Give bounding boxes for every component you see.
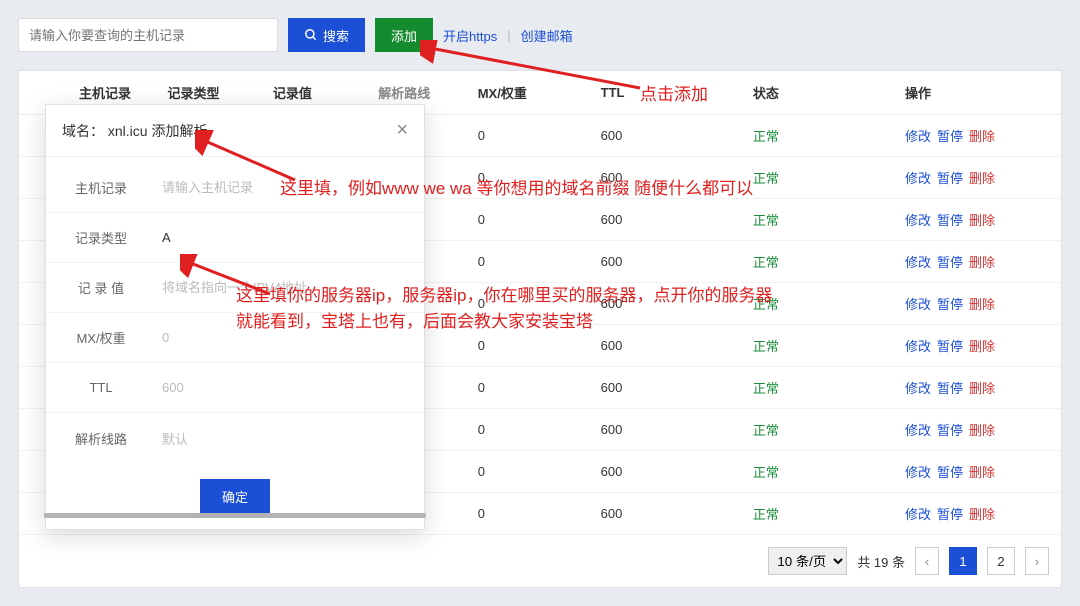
op-pause[interactable]: 暂停 — [937, 129, 963, 144]
toolbar: 搜索 添加 开启https | 创建邮箱 — [18, 18, 1062, 52]
th-ttl: TTL — [593, 71, 745, 115]
enable-https-link[interactable]: 开启https — [443, 26, 497, 45]
op-pause[interactable]: 暂停 — [937, 423, 963, 438]
create-mail-link[interactable]: 创建邮箱 — [521, 26, 573, 45]
op-edit[interactable]: 修改 — [905, 423, 931, 438]
cell-mx: 0 — [470, 157, 593, 199]
field-type-label: 记录类型 — [46, 228, 156, 247]
search-icon — [304, 28, 318, 42]
cell-status: 正常 — [753, 255, 779, 270]
op-pause[interactable]: 暂停 — [937, 507, 963, 522]
confirm-button[interactable]: 确定 — [200, 479, 270, 513]
cell-mx: 0 — [470, 451, 593, 493]
cell-ttl: 600 — [593, 409, 745, 451]
cell-ttl: 600 — [593, 115, 745, 157]
cell-status: 正常 — [753, 213, 779, 228]
cell-status: 正常 — [753, 423, 779, 438]
pagination: 10 条/页 共 19 条 ‹ 1 2 › — [19, 535, 1061, 587]
op-delete[interactable]: 删除 — [969, 465, 995, 480]
page-prev[interactable]: ‹ — [915, 547, 939, 575]
op-delete[interactable]: 删除 — [969, 213, 995, 228]
field-mx-label: MX/权重 — [46, 328, 156, 347]
op-edit[interactable]: 修改 — [905, 171, 931, 186]
cell-mx: 0 — [470, 199, 593, 241]
cell-mx: 0 — [470, 493, 593, 535]
op-edit[interactable]: 修改 — [905, 297, 931, 312]
op-edit[interactable]: 修改 — [905, 255, 931, 270]
cell-ttl: 600 — [593, 451, 745, 493]
page-1[interactable]: 1 — [949, 547, 977, 575]
cell-mx: 0 — [470, 241, 593, 283]
page-next[interactable]: › — [1025, 547, 1049, 575]
field-type-value[interactable]: A — [156, 230, 424, 245]
field-value-input[interactable] — [156, 271, 424, 305]
cell-status: 正常 — [753, 171, 779, 186]
cell-mx: 0 — [470, 283, 593, 325]
op-edit[interactable]: 修改 — [905, 339, 931, 354]
cell-ttl: 600 — [593, 325, 745, 367]
th-ops: 操作 — [897, 71, 1061, 115]
cell-status: 正常 — [753, 297, 779, 312]
cell-status: 正常 — [753, 507, 779, 522]
page-total: 共 19 条 — [857, 552, 905, 571]
op-pause[interactable]: 暂停 — [937, 465, 963, 480]
separator: | — [507, 28, 510, 43]
op-pause[interactable]: 暂停 — [937, 381, 963, 396]
cell-mx: 0 — [470, 409, 593, 451]
add-record-modal: 域名： xnl.icu 添加解析 × 主机记录 记录类型 A 记 录 值 MX/… — [45, 104, 425, 530]
op-pause[interactable]: 暂停 — [937, 255, 963, 270]
add-button-label: 添加 — [391, 26, 417, 45]
op-delete[interactable]: 删除 — [969, 423, 995, 438]
cell-ttl: 600 — [593, 367, 745, 409]
cell-mx: 0 — [470, 367, 593, 409]
op-delete[interactable]: 删除 — [969, 297, 995, 312]
op-edit[interactable]: 修改 — [905, 507, 931, 522]
op-delete[interactable]: 删除 — [969, 507, 995, 522]
cell-status: 正常 — [753, 339, 779, 354]
th-mx: MX/权重 — [470, 71, 593, 115]
cell-ttl: 600 — [593, 241, 745, 283]
op-edit[interactable]: 修改 — [905, 465, 931, 480]
field-value-label: 记 录 值 — [46, 278, 156, 297]
cell-ttl: 600 — [593, 493, 745, 535]
op-delete[interactable]: 删除 — [969, 381, 995, 396]
search-button[interactable]: 搜索 — [288, 18, 365, 52]
op-pause[interactable]: 暂停 — [937, 171, 963, 186]
field-host-input[interactable] — [156, 171, 424, 205]
close-icon: × — [396, 119, 408, 141]
cell-mx: 0 — [470, 325, 593, 367]
field-ttl-label: TTL — [46, 380, 156, 395]
search-input[interactable] — [18, 18, 278, 52]
op-delete[interactable]: 删除 — [969, 339, 995, 354]
field-mx-value[interactable]: 0 — [156, 330, 424, 345]
field-route-label: 解析线路 — [46, 429, 156, 448]
field-route-value[interactable]: 默认 — [156, 429, 424, 448]
modal-title: 域名： xnl.icu 添加解析 — [62, 121, 207, 141]
cell-ttl: 600 — [593, 157, 745, 199]
field-host-label: 主机记录 — [46, 178, 156, 197]
op-edit[interactable]: 修改 — [905, 129, 931, 144]
cell-status: 正常 — [753, 465, 779, 480]
op-delete[interactable]: 删除 — [969, 171, 995, 186]
modal-close-button[interactable]: × — [396, 119, 408, 142]
op-pause[interactable]: 暂停 — [937, 213, 963, 228]
add-button[interactable]: 添加 — [375, 18, 433, 52]
cell-ttl: 600 — [593, 283, 745, 325]
cell-status: 正常 — [753, 129, 779, 144]
cell-status: 正常 — [753, 381, 779, 396]
page-size-select[interactable]: 10 条/页 — [768, 547, 847, 575]
cell-ttl: 600 — [593, 199, 745, 241]
field-ttl-value[interactable]: 600 — [156, 380, 424, 395]
modal-resize-handle — [44, 513, 426, 518]
search-button-label: 搜索 — [323, 26, 349, 45]
op-pause[interactable]: 暂停 — [937, 297, 963, 312]
op-edit[interactable]: 修改 — [905, 381, 931, 396]
op-delete[interactable]: 删除 — [969, 129, 995, 144]
cell-mx: 0 — [470, 115, 593, 157]
op-edit[interactable]: 修改 — [905, 213, 931, 228]
page-2[interactable]: 2 — [987, 547, 1015, 575]
th-status: 状态 — [745, 71, 897, 115]
op-delete[interactable]: 删除 — [969, 255, 995, 270]
op-pause[interactable]: 暂停 — [937, 339, 963, 354]
